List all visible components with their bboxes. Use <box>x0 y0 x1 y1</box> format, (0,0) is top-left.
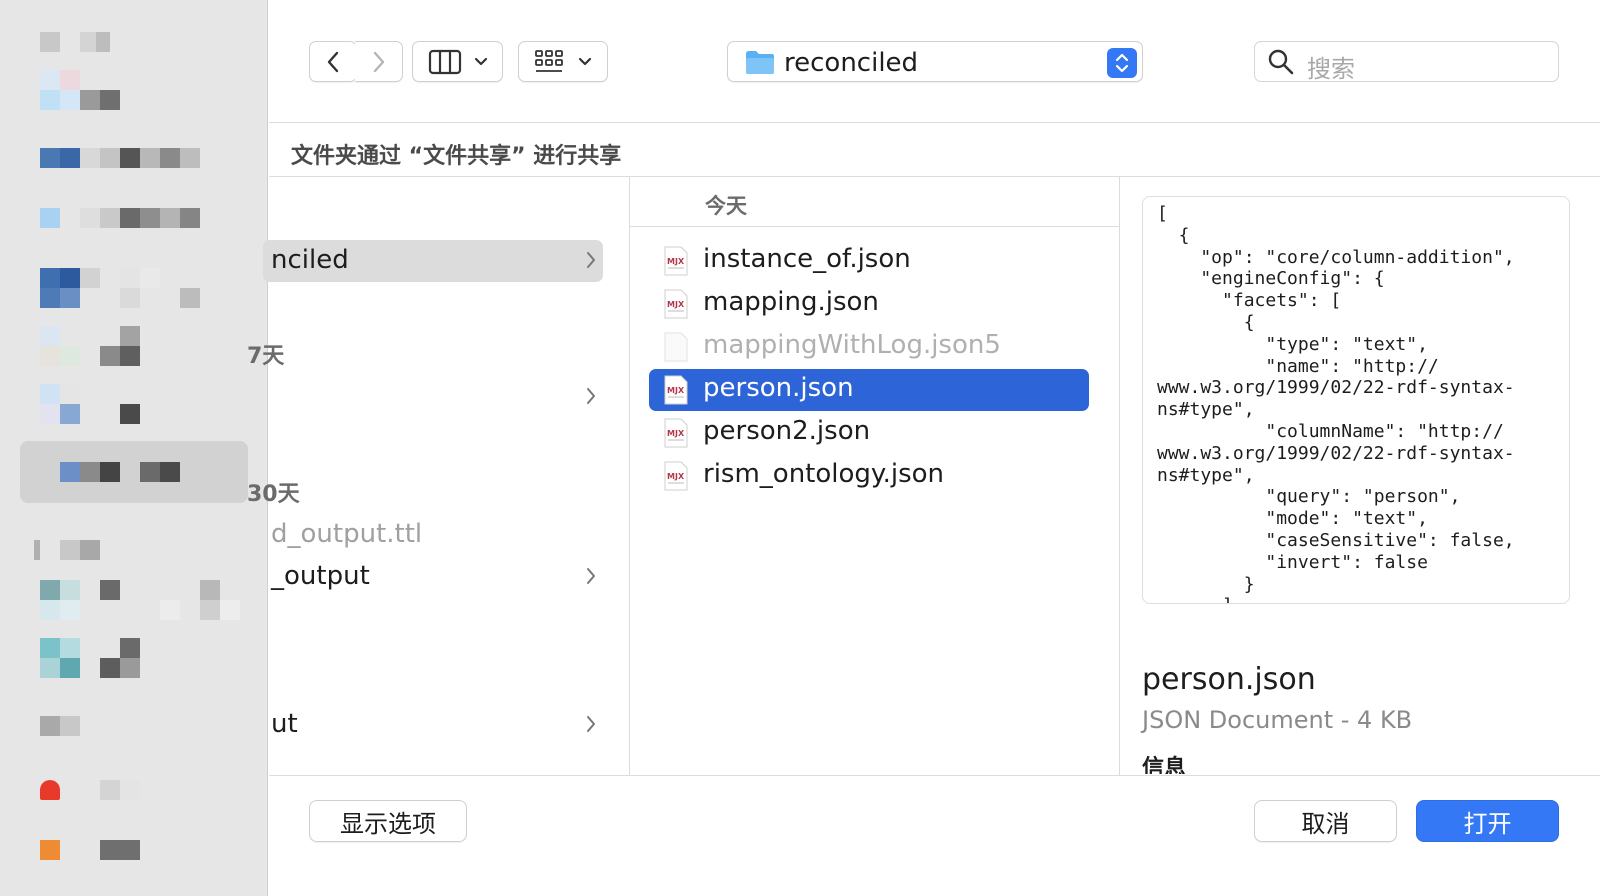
sidebar-item[interactable] <box>0 638 268 678</box>
bottom-bar: 显示选项 取消 打开 <box>269 775 1600 896</box>
sidebar-item[interactable] <box>0 774 268 814</box>
group-header: 30天 <box>247 482 300 507</box>
folder-row[interactable] <box>269 376 609 418</box>
up-down-chevron-icon <box>1115 53 1129 73</box>
chevron-down-icon <box>474 57 487 65</box>
chevron-right-icon <box>587 568 595 584</box>
file-dialog: reconciled 搜索 文件夹通过 “文件共享” 进行共享 nciled 7… <box>247 0 1600 896</box>
preview-info-label: 信息 <box>1142 756 1187 774</box>
file-name: person2.json <box>703 416 871 446</box>
file-row[interactable]: MJX instance_of.json <box>649 240 1089 282</box>
file-name: d_output.ttl <box>271 519 423 549</box>
sidebar <box>0 0 268 896</box>
location-stepper[interactable] <box>1107 48 1137 78</box>
chevron-right-icon <box>373 51 384 72</box>
sidebar-item[interactable] <box>0 580 268 620</box>
grid-icon <box>535 49 563 72</box>
file-name: mapping.json <box>703 287 879 317</box>
search-field[interactable]: 搜索 <box>1254 41 1559 84</box>
svg-text:MJX: MJX <box>667 257 685 266</box>
sidebar-item[interactable] <box>0 384 268 424</box>
folder-name: _output <box>271 561 370 591</box>
header-divider <box>269 176 1600 177</box>
sidebar-item[interactable] <box>0 834 268 874</box>
sidebar-item[interactable] <box>0 200 268 240</box>
toolbar-divider <box>269 122 1600 123</box>
sidebar-item[interactable] <box>0 268 268 308</box>
svg-text:MJX: MJX <box>667 429 685 438</box>
column-divider <box>1119 176 1120 776</box>
open-button[interactable]: 打开 <box>1416 800 1559 842</box>
folder-icon <box>746 51 774 74</box>
preview-kind: JSON Document - 4 KB <box>1142 706 1413 734</box>
file-row[interactable]: MJX mapping.json <box>649 283 1089 325</box>
folder-name: nciled <box>271 245 349 275</box>
sidebar-item[interactable] <box>0 70 268 110</box>
column-view-icon <box>428 49 461 74</box>
search-icon <box>1268 49 1294 75</box>
cancel-button[interactable]: 取消 <box>1254 800 1397 842</box>
preview-content: [ { "op": "core/column-addition", "engin… <box>1157 203 1515 603</box>
svg-text:MJX: MJX <box>667 472 685 481</box>
folder-row[interactable]: _output <box>269 556 609 598</box>
view-mode-button[interactable] <box>412 41 503 82</box>
chevron-left-icon <box>327 51 339 72</box>
json-file-icon: MJX <box>664 289 688 319</box>
sidebar-item[interactable] <box>0 22 268 62</box>
file-row[interactable]: MJX person2.json <box>649 412 1089 454</box>
location-popup[interactable]: reconciled <box>727 41 1143 82</box>
file-name: rism_ontology.json <box>703 459 945 489</box>
file-row[interactable]: MJX rism_ontology.json <box>649 455 1089 497</box>
back-button[interactable] <box>309 41 357 82</box>
group-button[interactable] <box>518 41 608 82</box>
column-divider <box>629 176 630 776</box>
json-file-icon: MJX <box>664 246 688 276</box>
sidebar-section-header <box>0 540 268 580</box>
blank-file-icon <box>664 332 688 362</box>
svg-text:MJX: MJX <box>667 300 685 309</box>
show-options-button[interactable]: 显示选项 <box>309 800 467 842</box>
search-input[interactable]: 搜索 <box>1307 49 1355 84</box>
file-row-selected[interactable]: MJX person.json <box>649 369 1089 411</box>
chevron-right-icon <box>587 716 595 732</box>
sidebar-item[interactable] <box>0 140 268 180</box>
sidebar-item[interactable] <box>0 716 268 756</box>
forward-button[interactable] <box>355 41 403 82</box>
svg-text:MJX: MJX <box>667 386 685 395</box>
group-header-today: 今天 <box>705 194 747 218</box>
json-file-icon: MJX <box>664 461 688 491</box>
chevron-right-icon <box>587 388 595 404</box>
file-row-disabled: d_output.ttl <box>269 514 609 556</box>
preview-filename: person.json <box>1142 662 1316 697</box>
share-note: 文件夹通过 “文件共享” 进行共享 <box>291 144 622 169</box>
location-label: reconciled <box>784 48 919 78</box>
file-preview: [ { "op": "core/column-addition", "engin… <box>1142 196 1570 604</box>
sidebar-item[interactable] <box>0 326 268 366</box>
folder-row[interactable]: ut <box>269 704 609 746</box>
folder-name: ut <box>271 709 298 739</box>
json-file-icon: MJX <box>664 375 688 405</box>
file-name: instance_of.json <box>703 244 911 274</box>
json-file-icon: MJX <box>664 418 688 448</box>
file-name: person.json <box>703 373 854 403</box>
chevron-down-icon <box>578 57 592 65</box>
group-header-divider <box>630 226 1119 227</box>
folder-row-selected[interactable]: nciled <box>263 240 603 282</box>
chevron-right-icon <box>587 252 595 268</box>
file-name: mappingWithLog.json5 <box>703 330 1001 360</box>
group-header: 7天 <box>247 344 285 369</box>
sidebar-item-selected[interactable] <box>0 441 268 503</box>
file-row-disabled: mappingWithLog.json5 <box>649 326 1089 368</box>
